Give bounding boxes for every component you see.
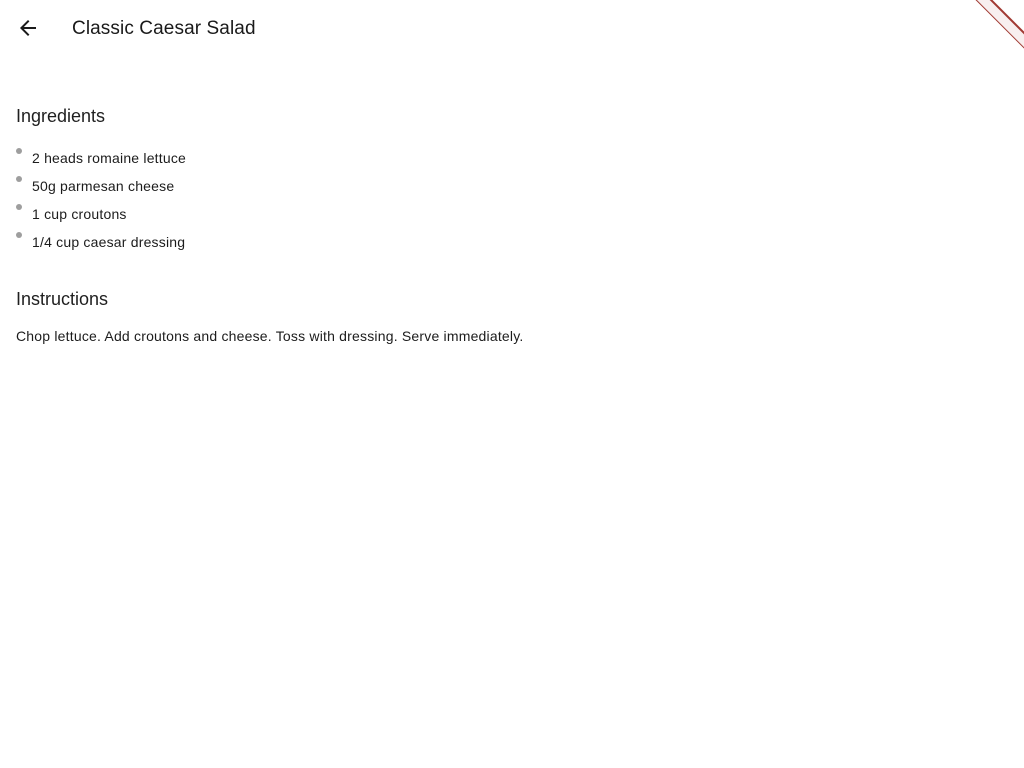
ingredient-text: 50g parmesan cheese [32, 178, 175, 194]
bullet-icon [16, 204, 22, 210]
arrow-back-icon [20, 20, 36, 36]
page-title: Classic Caesar Salad [72, 18, 256, 39]
ingredient-text: 1/4 cup caesar dressing [32, 234, 186, 250]
instructions-text: Chop lettuce. Add croutons and cheese. T… [16, 328, 524, 344]
bullet-icon [16, 232, 22, 238]
bullet-icon [16, 148, 22, 154]
recipe-detail-screen: Classic Caesar Salad Ingredients 2 heads… [0, 0, 1024, 768]
ingredient-text: 2 heads romaine lettuce [32, 150, 187, 166]
ingredients-heading: Ingredients [16, 106, 106, 126]
bullet-icon [16, 176, 22, 182]
ingredient-text: 1 cup croutons [32, 206, 127, 222]
back-button[interactable] [8, 8, 48, 48]
instructions-heading: Instructions [16, 289, 109, 309]
app-bar: Classic Caesar Salad [0, 0, 1024, 56]
